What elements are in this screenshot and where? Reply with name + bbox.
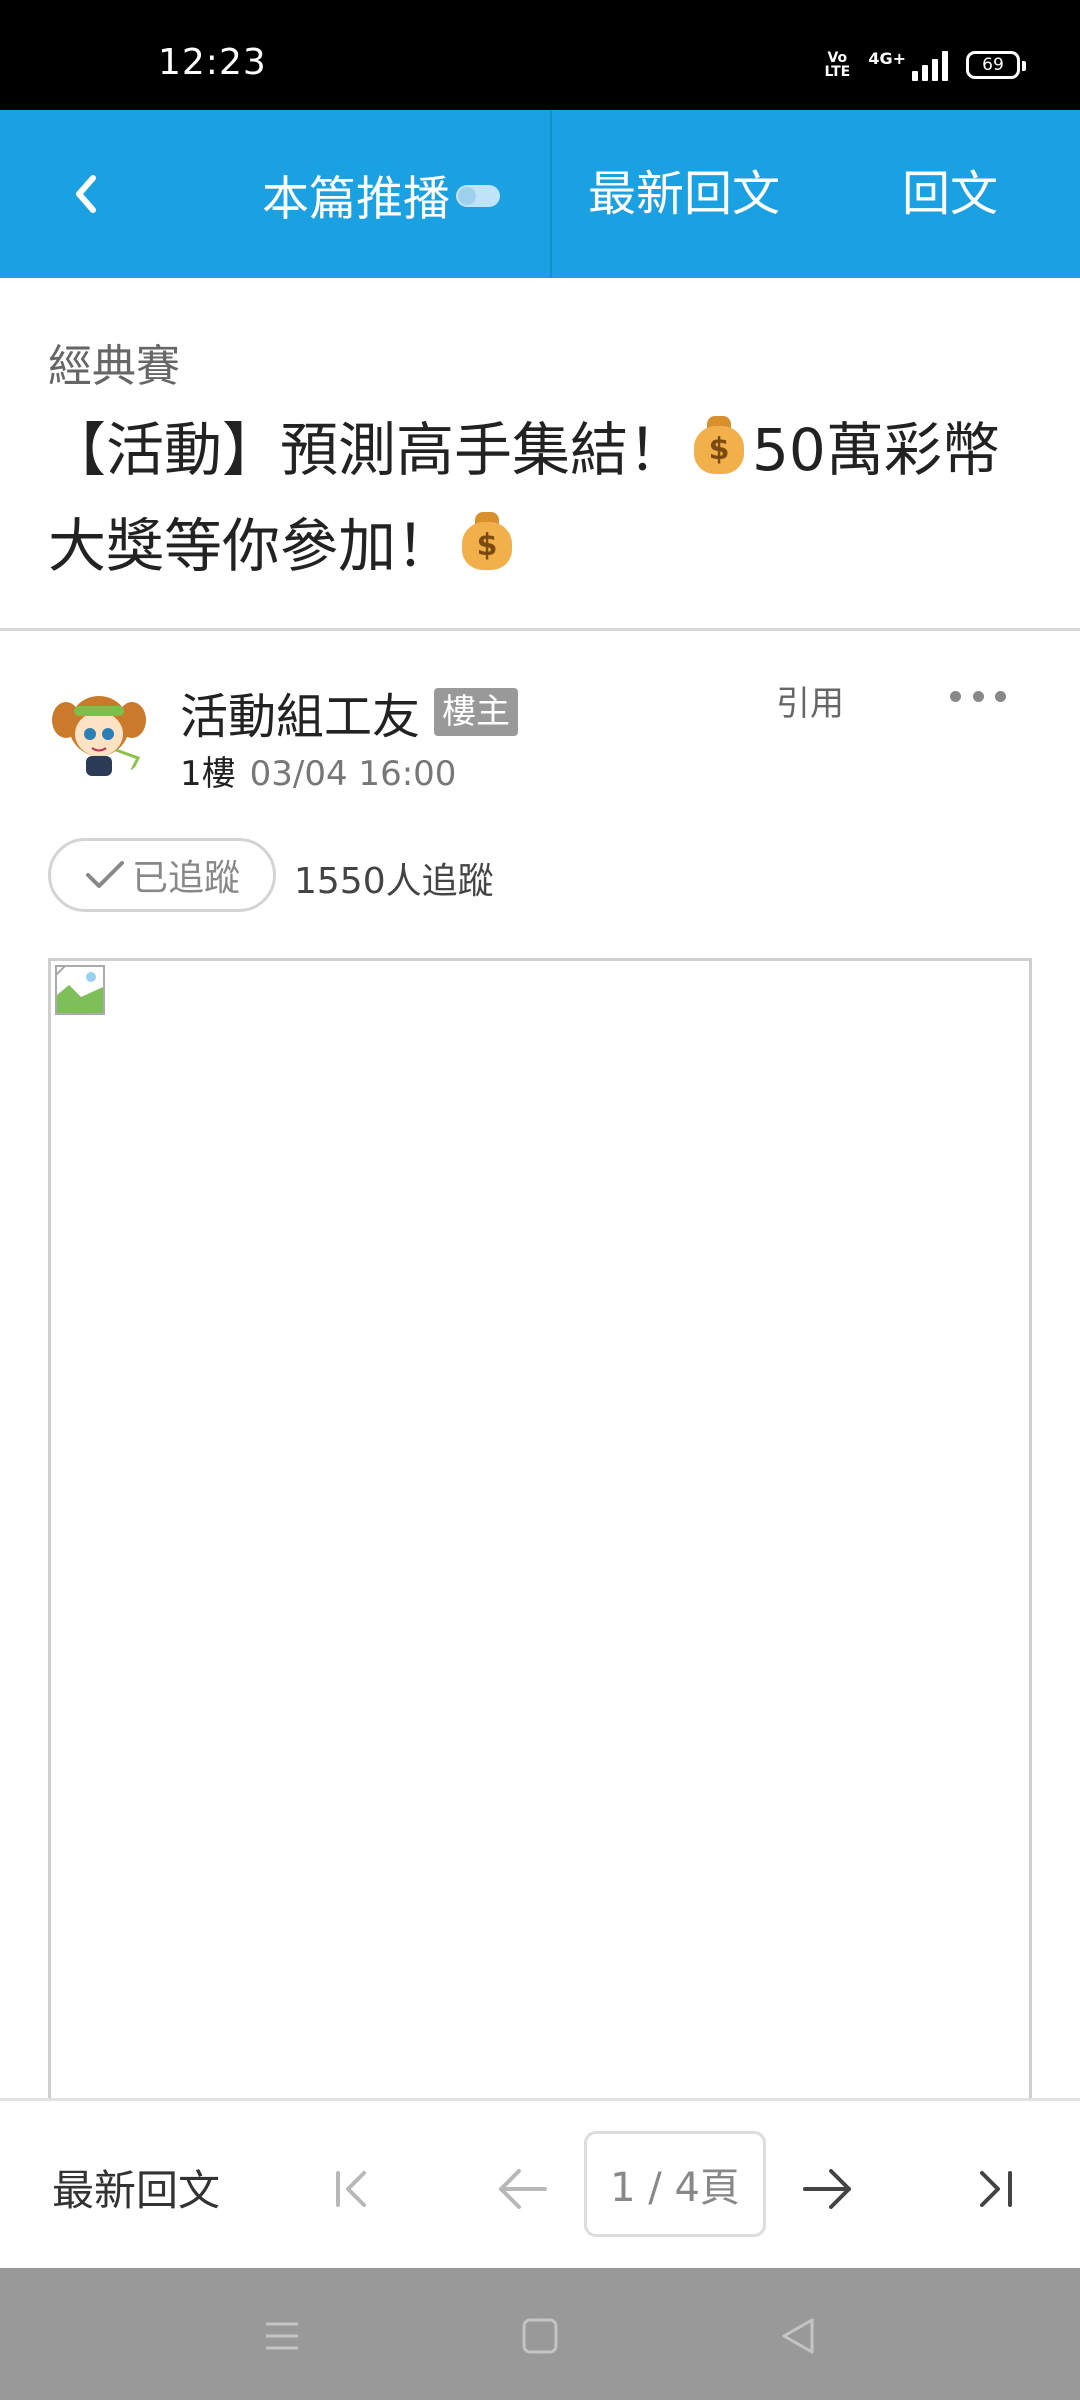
triangle-back-icon xyxy=(782,2318,814,2354)
author-info: 活動組工友 樓主 xyxy=(180,677,519,747)
post-title: 【活動】預測高手集結！ $50萬彩幣大獎等你參加！ $ xyxy=(48,402,1048,594)
last-page-button[interactable] xyxy=(960,2153,1032,2225)
op-badge: 樓主 xyxy=(434,688,519,736)
arrow-right-icon xyxy=(803,2169,851,2209)
pagination-bar: 最新回文 1 / 4頁 xyxy=(0,2098,1080,2268)
money-bag-icon: $ xyxy=(458,510,516,572)
home-icon xyxy=(522,2318,558,2354)
follow-count: 1550人追蹤 xyxy=(294,861,494,902)
menu-button[interactable] xyxy=(258,2312,306,2360)
system-back-button[interactable] xyxy=(774,2312,822,2360)
bottom-latest-replies-button[interactable]: 最新回文 xyxy=(52,2157,220,2218)
toggle-switch-icon xyxy=(456,185,500,207)
chevron-left-icon xyxy=(76,175,96,213)
volte-icon: Vo LTE xyxy=(824,50,851,80)
page-indicator[interactable]: 1 / 4頁 xyxy=(584,2131,766,2237)
latest-replies-button[interactable]: 最新回文 xyxy=(588,162,780,226)
first-page-icon xyxy=(336,2171,366,2207)
first-page-button[interactable] xyxy=(316,2153,388,2225)
status-indicators: Vo LTE 4G+ 69 xyxy=(824,48,1026,82)
board-name[interactable]: 經典賽 xyxy=(48,330,180,394)
quote-button[interactable]: 引用 xyxy=(776,676,844,725)
previous-page-button[interactable] xyxy=(486,2153,558,2225)
avatar[interactable] xyxy=(48,680,150,782)
author-name[interactable]: 活動組工友 xyxy=(180,677,420,747)
status-time: 12:23 xyxy=(158,42,267,83)
menu-icon xyxy=(266,2322,298,2350)
checkmark-icon xyxy=(85,861,124,888)
broken-image-icon xyxy=(55,965,105,1015)
push-notification-toggle[interactable]: 本篇推播 xyxy=(262,162,500,227)
post-meta: 1樓 03/04 16:00 xyxy=(180,746,456,795)
app-bar-divider xyxy=(550,110,552,278)
next-page-button[interactable] xyxy=(792,2153,864,2225)
signal-icon: 4G+ xyxy=(868,49,948,81)
post-date: 03/04 16:00 xyxy=(249,754,457,794)
top-app-bar: 本篇推播 最新回文 回文 xyxy=(0,110,1080,278)
reply-button[interactable]: 回文 xyxy=(902,162,998,226)
follow-label: 已追蹤 xyxy=(131,858,240,899)
last-page-icon xyxy=(980,2171,1012,2207)
battery-level: 69 xyxy=(982,55,1004,75)
network-type: 4G+ xyxy=(868,49,906,68)
system-navigation-bar xyxy=(0,2268,1080,2400)
post-image[interactable] xyxy=(48,958,1032,2100)
home-button[interactable] xyxy=(516,2312,564,2360)
title-text-1: 【活動】預測高手集結！ xyxy=(48,416,687,484)
more-options-icon[interactable] xyxy=(950,682,1006,710)
status-bar: 12:23 Vo LTE 4G+ 69 xyxy=(0,0,1080,110)
battery-icon: 69 xyxy=(966,51,1026,79)
floor-number: 1樓 xyxy=(180,754,236,794)
follow-button[interactable]: 已追蹤 xyxy=(48,838,276,912)
back-button[interactable] xyxy=(56,164,116,224)
section-divider xyxy=(0,628,1080,631)
push-label: 本篇推播 xyxy=(262,171,450,227)
money-bag-icon: $ xyxy=(690,414,748,476)
arrow-left-icon xyxy=(499,2169,547,2209)
avatar-image xyxy=(48,680,150,782)
